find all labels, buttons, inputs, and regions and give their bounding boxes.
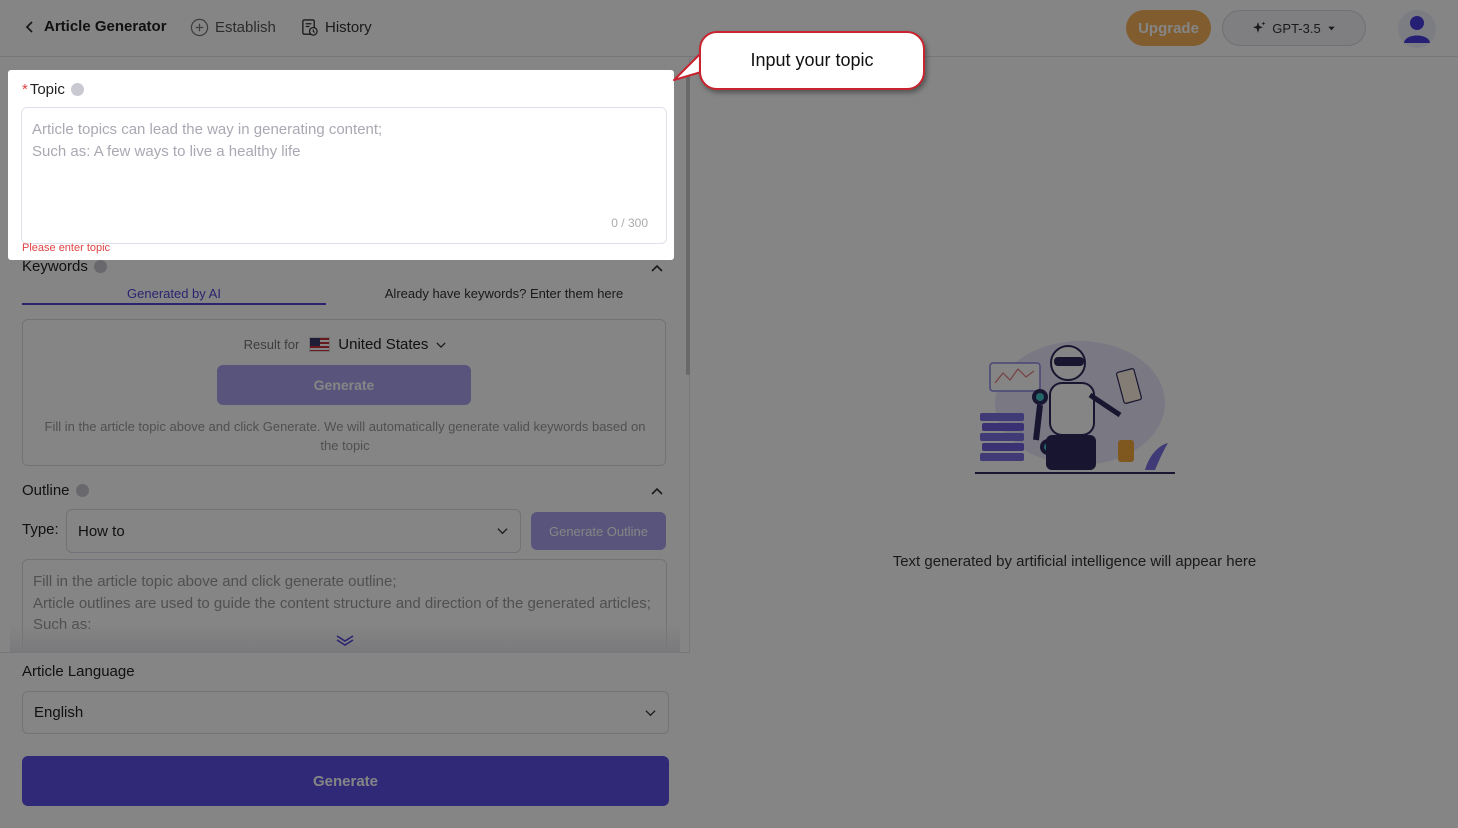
topic-title: Topic: [29, 81, 65, 98]
required-mark: *: [22, 81, 28, 98]
info-icon[interactable]: [70, 83, 84, 96]
callout-text: Input your topic: [750, 50, 874, 70]
tutorial-callout: Input your topic: [699, 31, 925, 90]
topic-input[interactable]: Article topics can lead the way in gener…: [21, 107, 667, 244]
topic-error-message: Please enter topic: [22, 242, 111, 254]
topic-card-highlight: * Topic Article topics can lead the way …: [8, 70, 674, 260]
topic-heading: * Topic: [22, 81, 84, 98]
topic-placeholder-line: Such as: A few ways to live a healthy li…: [32, 142, 301, 160]
topic-placeholder-line: Article topics can lead the way in gener…: [32, 121, 383, 138]
topic-char-counter: 0 / 300: [611, 215, 648, 230]
